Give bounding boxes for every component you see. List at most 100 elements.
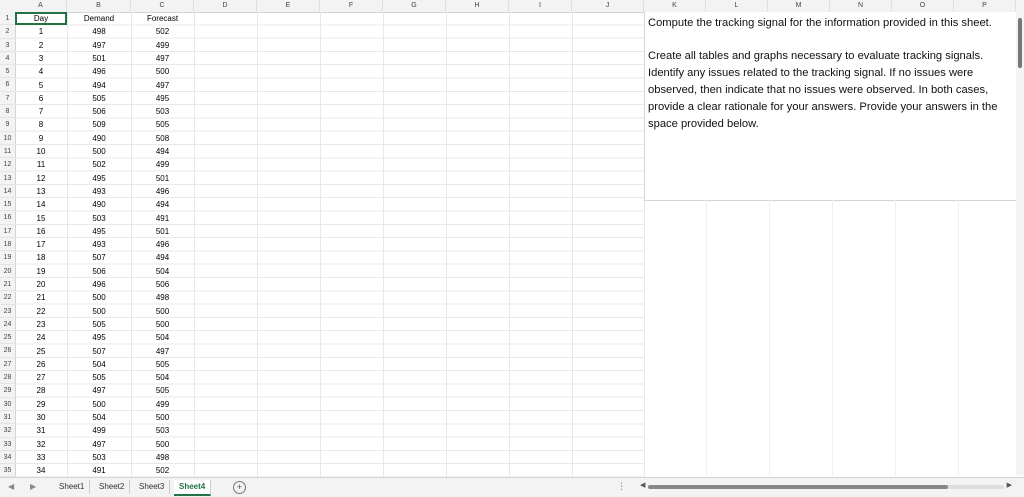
cell-forecast[interactable]: 497 xyxy=(131,79,194,92)
column-header-e[interactable]: E xyxy=(257,0,320,12)
cell-day[interactable]: 25 xyxy=(15,345,67,358)
right-cell-grid[interactable] xyxy=(644,200,1016,475)
cell-forecast[interactable]: 505 xyxy=(131,118,194,131)
cell-forecast[interactable]: 504 xyxy=(131,331,194,344)
cell-demand[interactable]: 493 xyxy=(67,185,131,198)
cell-day[interactable]: 6 xyxy=(15,92,67,105)
cell-forecast[interactable]: 497 xyxy=(131,345,194,358)
row-header[interactable]: 9 xyxy=(0,118,15,132)
row-header[interactable]: 17 xyxy=(0,225,15,239)
cell-demand[interactable]: 500 xyxy=(67,291,131,304)
cell-day[interactable]: 23 xyxy=(15,318,67,331)
cell-demand[interactable]: 495 xyxy=(67,172,131,185)
row-header[interactable]: 8 xyxy=(0,105,15,119)
more-options-icon[interactable]: ⋮ xyxy=(617,481,626,492)
cell-forecast[interactable]: 505 xyxy=(131,358,194,371)
cell-day[interactable]: 31 xyxy=(15,424,67,437)
row-header[interactable]: 21 xyxy=(0,278,15,292)
cell-day[interactable]: 9 xyxy=(15,132,67,145)
cell-demand[interactable]: 500 xyxy=(67,305,131,318)
column-header-j[interactable]: J xyxy=(572,0,644,12)
row-header[interactable]: 7 xyxy=(0,92,15,106)
cell-demand[interactable]: 496 xyxy=(67,278,131,291)
cell-day[interactable]: 3 xyxy=(15,52,67,65)
cell-forecast[interactable]: 502 xyxy=(131,464,194,477)
row-header[interactable]: 30 xyxy=(0,398,15,411)
cell-forecast[interactable]: 496 xyxy=(131,185,194,198)
column-header-k[interactable]: K xyxy=(644,0,706,12)
column-header-o[interactable]: O xyxy=(892,0,954,12)
cell-forecast[interactable]: 502 xyxy=(131,25,194,38)
selected-cell[interactable] xyxy=(15,12,67,26)
cell-demand[interactable]: 507 xyxy=(67,251,131,264)
cell-day[interactable]: 19 xyxy=(15,265,67,278)
scroll-right-arrow-icon[interactable]: ▶ xyxy=(1007,481,1012,489)
cell-forecast[interactable]: 500 xyxy=(131,65,194,78)
cell-day[interactable]: 30 xyxy=(15,411,67,424)
cell-day[interactable]: 17 xyxy=(15,238,67,251)
cell-demand[interactable]: 502 xyxy=(67,158,131,171)
cell-day[interactable]: 33 xyxy=(15,451,67,464)
tab-nav-right-icon[interactable]: ▶ xyxy=(30,482,36,491)
cell-forecast[interactable]: 495 xyxy=(131,92,194,105)
cell-demand[interactable]: 503 xyxy=(67,451,131,464)
row-header[interactable]: 22 xyxy=(0,291,15,305)
row-header[interactable]: 34 xyxy=(0,451,15,465)
cell-demand[interactable]: 509 xyxy=(67,118,131,131)
cell-forecast[interactable]: 494 xyxy=(131,145,194,158)
cell-demand[interactable]: 507 xyxy=(67,345,131,358)
cell-forecast[interactable]: 503 xyxy=(131,105,194,118)
cell-demand[interactable]: 495 xyxy=(67,225,131,238)
row-header[interactable]: 5 xyxy=(0,65,15,79)
tab-sheet2[interactable]: Sheet2 xyxy=(94,480,131,494)
add-sheet-icon[interactable]: + xyxy=(233,481,246,494)
row-header[interactable]: 2 xyxy=(0,25,15,39)
cell-demand[interactable]: 495 xyxy=(67,331,131,344)
row-header[interactable]: 3 xyxy=(0,39,15,52)
row-header[interactable]: 4 xyxy=(0,52,15,66)
cell-day[interactable]: 1 xyxy=(15,25,67,38)
cell-day[interactable]: 7 xyxy=(15,105,67,118)
column-header-l[interactable]: L xyxy=(706,0,768,12)
cell-demand[interactable]: 506 xyxy=(67,265,131,278)
row-header[interactable]: 26 xyxy=(0,344,15,358)
row-header[interactable]: 12 xyxy=(0,158,15,172)
cell-forecast[interactable]: 497 xyxy=(131,52,194,65)
tab-sheet3[interactable]: Sheet3 xyxy=(134,480,171,494)
column-header-c[interactable]: C xyxy=(131,0,194,12)
tab-sheet1[interactable]: Sheet1 xyxy=(54,480,91,494)
row-header[interactable]: 35 xyxy=(0,464,15,478)
instructions-textbox[interactable]: Compute the tracking signal for the info… xyxy=(644,12,1017,201)
tab-sheet4[interactable]: Sheet4 xyxy=(174,480,212,496)
cell-demand[interactable]: 490 xyxy=(67,198,131,211)
cell-day[interactable]: 22 xyxy=(15,305,67,318)
column-header-d[interactable]: D xyxy=(194,0,257,12)
vertical-scroll-thumb[interactable] xyxy=(1018,18,1022,68)
cell-day[interactable]: 12 xyxy=(15,172,67,185)
column-header-m[interactable]: M xyxy=(768,0,830,12)
cell-day[interactable]: 5 xyxy=(15,79,67,92)
cell-day[interactable]: 26 xyxy=(15,358,67,371)
cell-demand[interactable]: 497 xyxy=(67,438,131,451)
row-header[interactable]: 31 xyxy=(0,411,15,425)
cell-day[interactable]: 28 xyxy=(15,384,67,397)
scroll-left-arrow-icon[interactable]: ◀ xyxy=(640,481,645,489)
cell-forecast[interactable]: 501 xyxy=(131,172,194,185)
cell-forecast[interactable]: Forecast xyxy=(131,12,194,25)
cell-demand[interactable]: 505 xyxy=(67,92,131,105)
cell-demand[interactable]: Demand xyxy=(67,12,131,25)
cell-day[interactable]: 8 xyxy=(15,118,67,131)
cell-demand[interactable]: 490 xyxy=(67,132,131,145)
row-header[interactable]: 15 xyxy=(0,198,15,212)
row-header[interactable]: 32 xyxy=(0,424,15,438)
cell-day[interactable]: 29 xyxy=(15,398,67,411)
cell-demand[interactable]: 504 xyxy=(67,411,131,424)
cell-demand[interactable]: 500 xyxy=(67,145,131,158)
column-header-i[interactable]: I xyxy=(509,0,572,12)
cell-forecast[interactable]: 498 xyxy=(131,291,194,304)
cell-day[interactable]: 16 xyxy=(15,225,67,238)
cell-demand[interactable]: 496 xyxy=(67,65,131,78)
row-header[interactable]: 19 xyxy=(0,251,15,265)
row-header[interactable]: 6 xyxy=(0,78,15,92)
row-header[interactable]: 18 xyxy=(0,238,15,252)
